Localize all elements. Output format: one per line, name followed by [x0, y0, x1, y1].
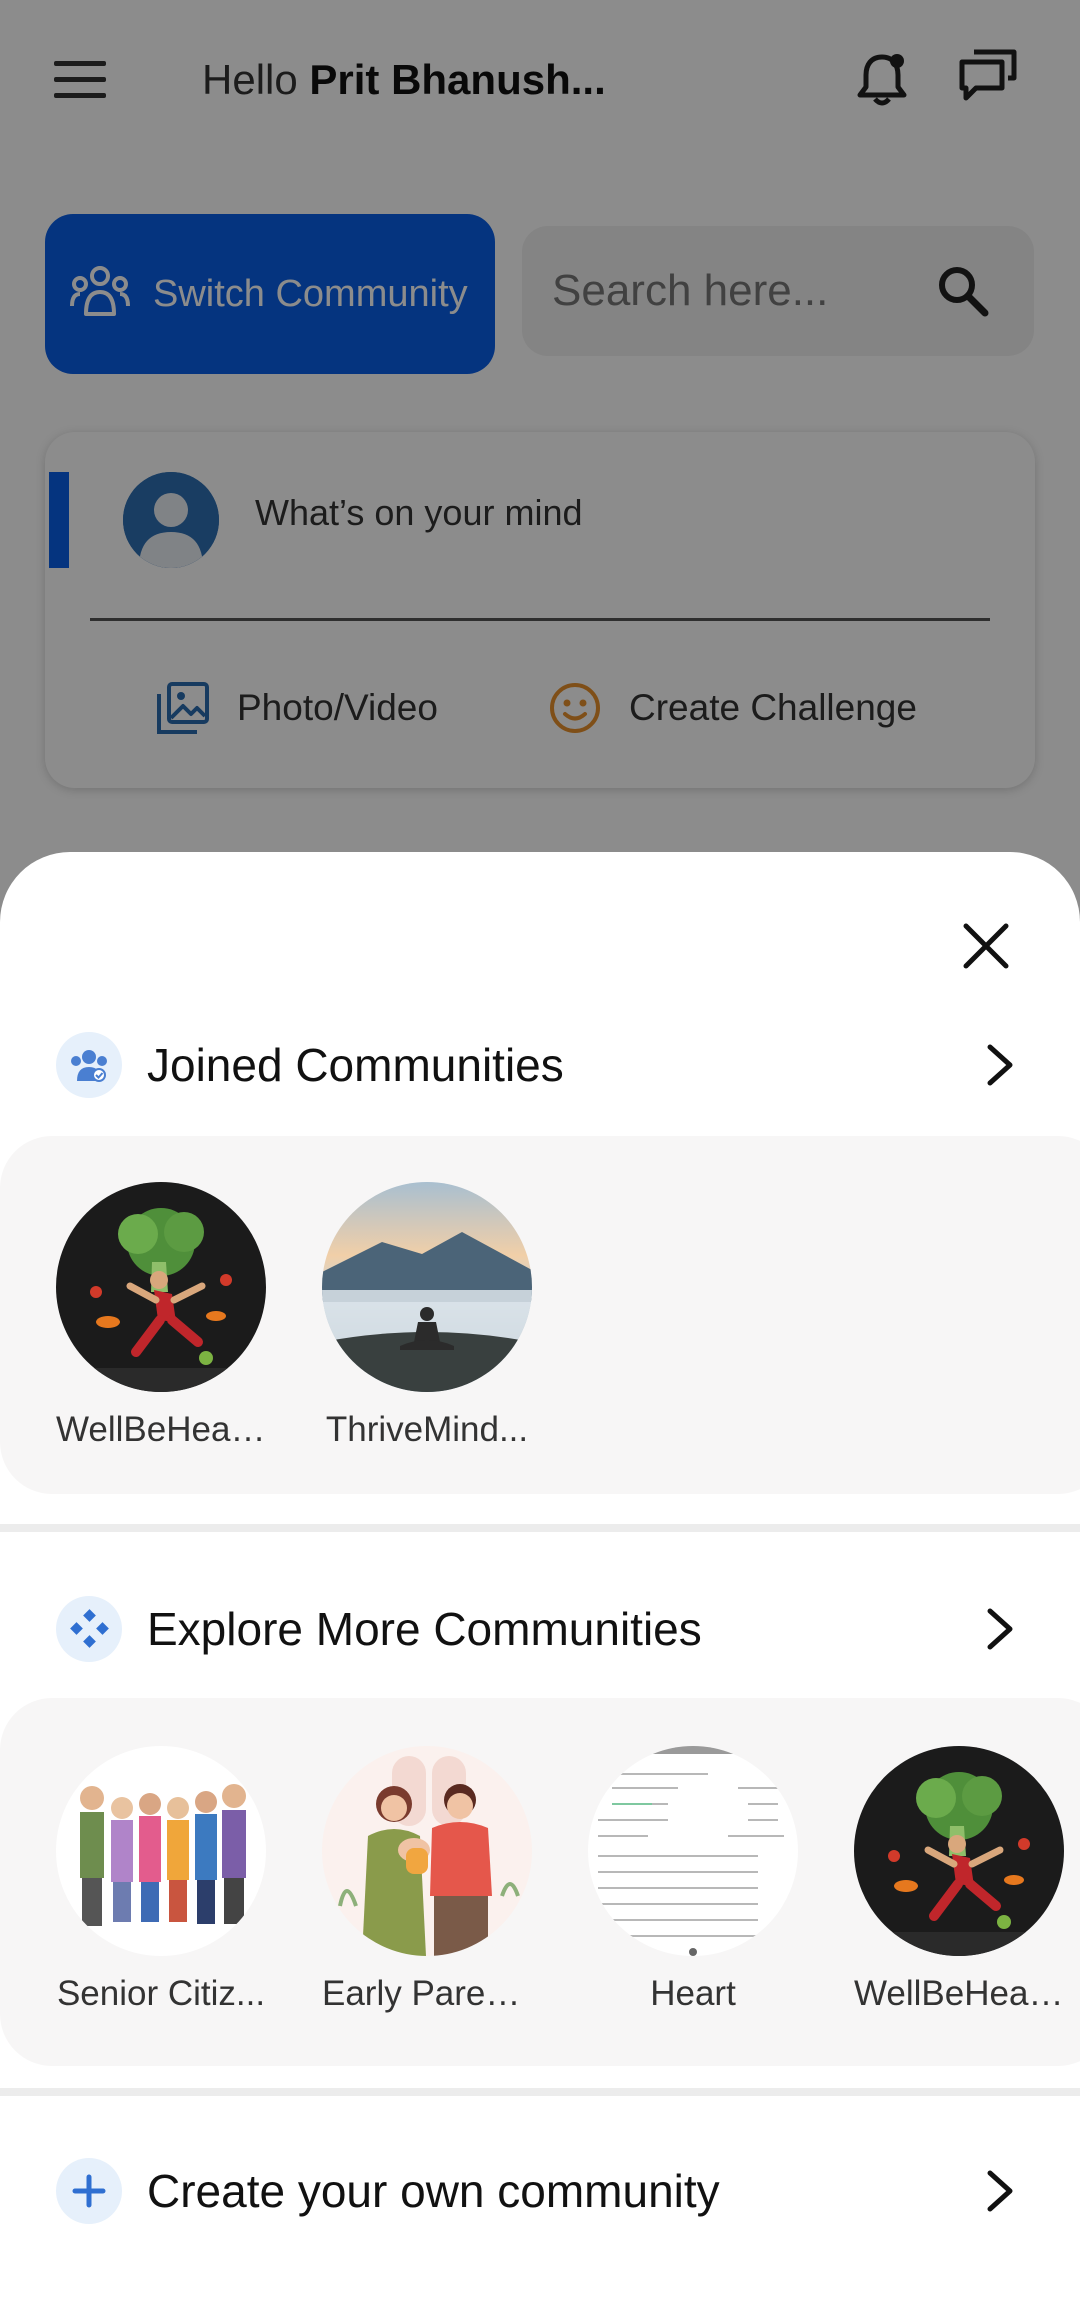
explore-communities-header[interactable]: Explore More Communities: [0, 1584, 1080, 1674]
create-community-title: Create your own community: [147, 2165, 720, 2217]
plus-icon: [56, 2158, 122, 2224]
joined-communities-header[interactable]: Joined Communities: [0, 1020, 1080, 1110]
explore-communities-title: Explore More Communities: [147, 1603, 702, 1655]
community-name: Senior Citiz...: [56, 1974, 266, 2013]
joined-communities-title: Joined Communities: [147, 1039, 564, 1091]
vegetable-runner-image: [854, 1746, 1064, 1956]
document-screenshot-image: [588, 1746, 798, 1956]
community-item[interactable]: WellBeHeal...: [56, 1182, 266, 1450]
community-name: WellBeHeal...: [854, 1974, 1064, 2013]
community-item[interactable]: ThriveMind...: [322, 1182, 532, 1450]
joined-communities-list: WellBeHeal... ThriveMind...: [0, 1136, 1080, 1494]
section-divider: [0, 2088, 1080, 2096]
community-name: ThriveMind...: [325, 1410, 529, 1449]
explore-communities-list: Senior Citiz... Early Paren... Heart Wel…: [0, 1698, 1080, 2066]
vegetable-runner-image: [56, 1182, 266, 1392]
community-item[interactable]: Early Paren...: [322, 1746, 532, 2014]
community-bottom-sheet: Joined Communities WellBeHeal... ThriveM…: [0, 852, 1080, 2298]
community-item[interactable]: WellBeHeal...: [854, 1746, 1064, 2014]
community-name: Heart: [650, 1974, 736, 2013]
chevron-right-icon[interactable]: [970, 1035, 1030, 1095]
close-icon[interactable]: [952, 912, 1020, 980]
create-community-row[interactable]: Create your own community: [0, 2146, 1080, 2236]
young-parents-image: [322, 1746, 532, 1956]
community-name: Early Paren...: [322, 1974, 532, 2013]
chevron-right-icon[interactable]: [970, 1599, 1030, 1659]
mountain-meditation-image: [322, 1182, 532, 1392]
seniors-group-image: [56, 1746, 266, 1956]
explore-badge-icon: [56, 1596, 122, 1662]
joined-community-badge-icon: [56, 1032, 122, 1098]
community-name: WellBeHeal...: [56, 1410, 266, 1449]
chevron-right-icon[interactable]: [970, 2161, 1030, 2221]
community-item[interactable]: Heart: [588, 1746, 798, 2014]
community-item[interactable]: Senior Citiz...: [56, 1746, 266, 2014]
section-divider: [0, 1524, 1080, 1532]
